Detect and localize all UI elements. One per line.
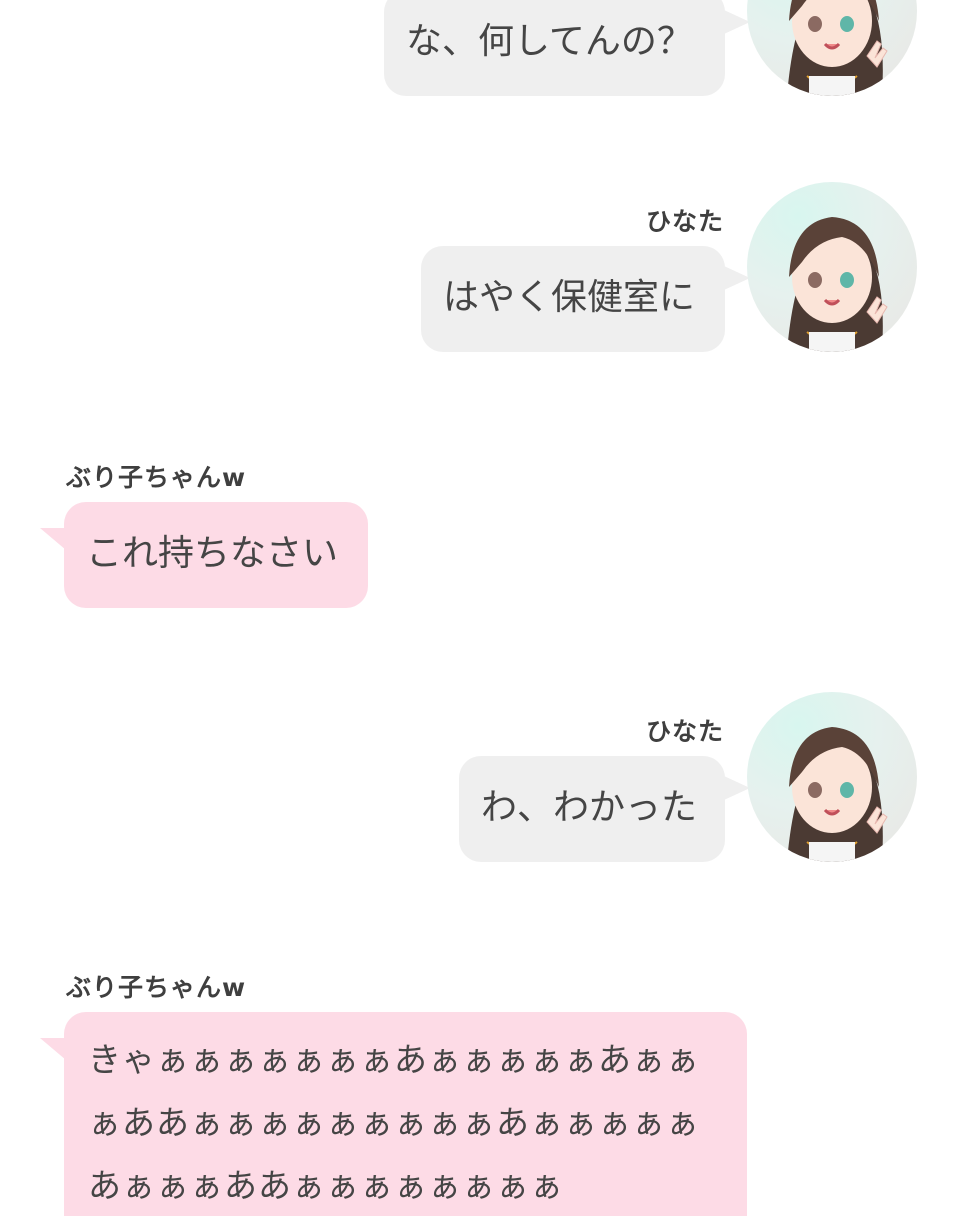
message-text: わ、わかった [481,787,698,828]
message-text: な、何してんの？ [406,21,693,62]
message-bubble[interactable]: はやく保健室に [421,246,725,352]
message-text: はやく保健室に [443,277,696,318]
bubble-tail [40,1038,66,1060]
avatar[interactable] [747,692,917,862]
sender-name: ひなた [645,207,724,236]
message-text: きゃぁぁぁぁぁぁぁあぁぁぁぁぁあぁぁぁああぁぁぁぁぁぁぁぁぁあぁぁぁぁぁあぁぁぁ… [88,1040,700,1205]
sender-name: ぶり子ちゃんw [66,463,247,492]
sender-name: ぶり子ちゃんw [66,973,247,1002]
message-bubble[interactable]: な、何してんの？ [384,0,725,96]
message-bubble[interactable]: これ持ちなさい [64,502,368,608]
bubble-tail [40,528,66,550]
girl-avatar-icon [787,217,888,352]
girl-avatar-icon [787,727,888,862]
girl-avatar-icon [787,0,888,96]
sender-name: ひなた [645,717,724,746]
avatar[interactable] [747,0,917,96]
message-bubble[interactable]: わ、わかった [459,756,725,862]
message-text: これ持ちなさい [86,533,339,574]
chat-thread: な、何してんの？ ひなた はやく保健室に ぶり子ちゃんw これ持ちなさい ひなた… [0,0,960,1216]
avatar[interactable] [747,182,917,352]
message-bubble[interactable]: きゃぁぁぁぁぁぁぁあぁぁぁぁぁあぁぁぁああぁぁぁぁぁぁぁぁぁあぁぁぁぁぁあぁぁぁ… [64,1012,747,1216]
